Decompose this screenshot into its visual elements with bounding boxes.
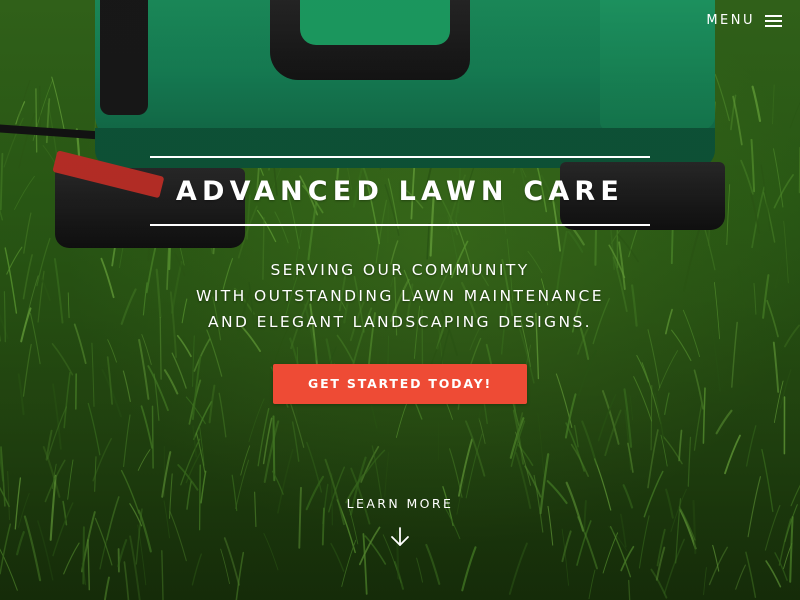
menu-label: MENU	[706, 13, 755, 28]
hamburger-icon[interactable]	[765, 14, 782, 28]
arrow-down-icon[interactable]	[389, 526, 411, 548]
tagline: SERVING OUR COMMUNITY WITH OUTSTANDING L…	[100, 257, 700, 335]
learn-more-link[interactable]: LEARN MORE	[300, 494, 500, 548]
get-started-button[interactable]: GET STARTED TODAY!	[273, 364, 527, 404]
tagline-line-2: WITH OUTSTANDING LAWN MAINTENANCE	[196, 287, 604, 305]
learn-more-label: LEARN MORE	[346, 496, 454, 511]
menu-toggle[interactable]: MENU	[706, 13, 782, 28]
tagline-line-3: AND ELEGANT LANDSCAPING DESIGNS.	[207, 313, 593, 331]
tagline-line-1: SERVING OUR COMMUNITY	[270, 261, 530, 279]
page-title: ADVANCED LAWN CARE	[175, 176, 625, 207]
title-rule-bottom	[150, 224, 650, 226]
title-rule-top	[150, 156, 650, 158]
